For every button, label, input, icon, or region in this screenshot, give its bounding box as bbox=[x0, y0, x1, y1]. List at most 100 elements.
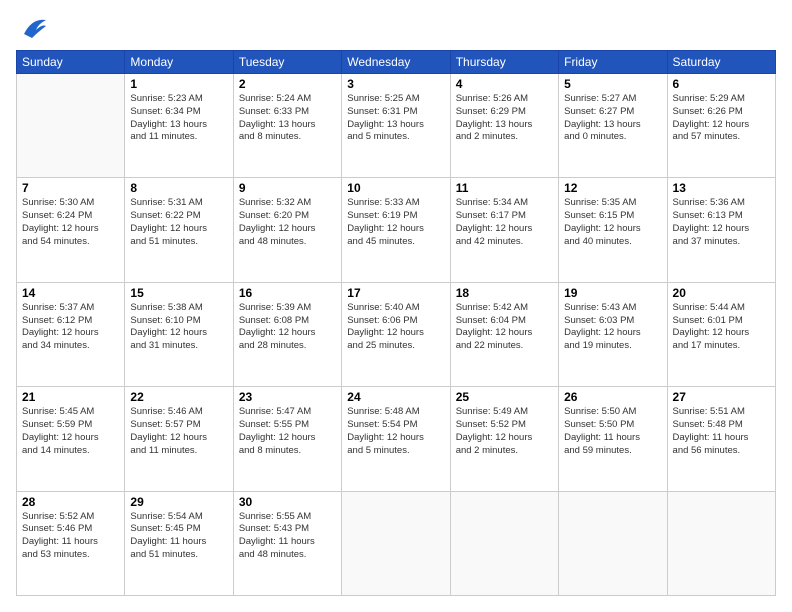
day-number: 7 bbox=[22, 181, 119, 195]
calendar-week-0: 1Sunrise: 5:23 AMSunset: 6:34 PMDaylight… bbox=[17, 74, 776, 178]
calendar-cell: 21Sunrise: 5:45 AMSunset: 5:59 PMDayligh… bbox=[17, 387, 125, 491]
day-number: 12 bbox=[564, 181, 661, 195]
day-number: 29 bbox=[130, 495, 227, 509]
day-number: 6 bbox=[673, 77, 770, 91]
calendar-cell: 17Sunrise: 5:40 AMSunset: 6:06 PMDayligh… bbox=[342, 282, 450, 386]
day-info: Sunrise: 5:37 AMSunset: 6:12 PMDaylight:… bbox=[22, 302, 119, 353]
day-number: 30 bbox=[239, 495, 336, 509]
calendar-cell bbox=[342, 491, 450, 595]
calendar-cell bbox=[667, 491, 775, 595]
day-number: 24 bbox=[347, 390, 444, 404]
weekday-header-tuesday: Tuesday bbox=[233, 51, 341, 74]
day-info: Sunrise: 5:24 AMSunset: 6:33 PMDaylight:… bbox=[239, 93, 336, 144]
logo bbox=[16, 16, 46, 38]
calendar-cell: 28 Sunrise: 5:52 AMSunset: 5:46 PMDayligh… bbox=[17, 491, 125, 595]
weekday-header-friday: Friday bbox=[559, 51, 667, 74]
day-info: Sunrise: 5:33 AMSunset: 6:19 PMDaylight:… bbox=[347, 197, 444, 248]
calendar-cell: 16 Sunrise: 5:39 AMSunset: 6:08 PMDayligh… bbox=[233, 282, 341, 386]
page: SundayMondayTuesdayWednesdayThursdayFrid… bbox=[0, 0, 792, 612]
calendar-cell: 29 Sunrise: 5:54 AMSunset: 5:45 PMDayligh… bbox=[125, 491, 233, 595]
day-info: Sunrise: 5:52 AMSunset: 5:46 PMDaylight:… bbox=[22, 511, 119, 562]
header bbox=[16, 16, 776, 38]
day-number: 9 bbox=[239, 181, 336, 195]
day-info: Sunrise: 5:43 AMSunset: 6:03 PMDaylight:… bbox=[564, 302, 661, 353]
day-info: Sunrise: 5:49 AMSunset: 5:52 PMDaylight:… bbox=[456, 406, 553, 457]
day-number: 22 bbox=[130, 390, 227, 404]
calendar-cell: 12 Sunrise: 5:35 AMSunset: 6:15 PMDayligh… bbox=[559, 178, 667, 282]
calendar-cell: 15 Sunrise: 5:38 AMSunset: 6:10 PMDayligh… bbox=[125, 282, 233, 386]
calendar-cell: 5 Sunrise: 5:27 AMSunset: 6:27 PMDaylight… bbox=[559, 74, 667, 178]
calendar-cell: 30 Sunrise: 5:55 AMSunset: 5:43 PMDayligh… bbox=[233, 491, 341, 595]
calendar-cell: 25 Sunrise: 5:49 AMSunset: 5:52 PMDayligh… bbox=[450, 387, 558, 491]
calendar-cell: 14 Sunrise: 5:37 AMSunset: 6:12 PMDayligh… bbox=[17, 282, 125, 386]
day-number: 19 bbox=[564, 286, 661, 300]
calendar-cell bbox=[450, 491, 558, 595]
day-info: Sunrise: 5:32 AMSunset: 6:20 PMDaylight:… bbox=[239, 197, 336, 248]
day-number: 23 bbox=[239, 390, 336, 404]
day-info: Sunrise: 5:38 AMSunset: 6:10 PMDaylight:… bbox=[130, 302, 227, 353]
day-info: Sunrise: 5:50 AMSunset: 5:50 PMDaylight:… bbox=[564, 406, 661, 457]
day-info: Sunrise: 5:55 AMSunset: 5:43 PMDaylight:… bbox=[239, 511, 336, 562]
calendar-cell: 4Sunrise: 5:26 AMSunset: 6:29 PMDaylight… bbox=[450, 74, 558, 178]
calendar-cell: 11 Sunrise: 5:34 AMSunset: 6:17 PMDayligh… bbox=[450, 178, 558, 282]
day-info: Sunrise: 5:42 AMSunset: 6:04 PMDaylight:… bbox=[456, 302, 553, 353]
calendar-cell: 19 Sunrise: 5:43 AMSunset: 6:03 PMDayligh… bbox=[559, 282, 667, 386]
calendar-cell: 9 Sunrise: 5:32 AMSunset: 6:20 PMDaylight… bbox=[233, 178, 341, 282]
logo-bird-icon bbox=[18, 16, 46, 38]
calendar-cell: 23Sunrise: 5:47 AMSunset: 5:55 PMDayligh… bbox=[233, 387, 341, 491]
weekday-header-monday: Monday bbox=[125, 51, 233, 74]
day-info: Sunrise: 5:27 AMSunset: 6:27 PMDaylight:… bbox=[564, 93, 661, 144]
calendar-week-1: 7 Sunrise: 5:30 AMSunset: 6:24 PMDaylight… bbox=[17, 178, 776, 282]
calendar-cell: 22 Sunrise: 5:46 AMSunset: 5:57 PMDayligh… bbox=[125, 387, 233, 491]
day-info: Sunrise: 5:31 AMSunset: 6:22 PMDaylight:… bbox=[130, 197, 227, 248]
calendar-week-4: 28 Sunrise: 5:52 AMSunset: 5:46 PMDayligh… bbox=[17, 491, 776, 595]
day-number: 5 bbox=[564, 77, 661, 91]
weekday-header-sunday: Sunday bbox=[17, 51, 125, 74]
day-number: 15 bbox=[130, 286, 227, 300]
day-number: 10 bbox=[347, 181, 444, 195]
calendar-cell: 6Sunrise: 5:29 AMSunset: 6:26 PMDaylight… bbox=[667, 74, 775, 178]
calendar-week-3: 21Sunrise: 5:45 AMSunset: 5:59 PMDayligh… bbox=[17, 387, 776, 491]
day-info: Sunrise: 5:44 AMSunset: 6:01 PMDaylight:… bbox=[673, 302, 770, 353]
day-info: Sunrise: 5:30 AMSunset: 6:24 PMDaylight:… bbox=[22, 197, 119, 248]
day-number: 1 bbox=[130, 77, 227, 91]
weekday-header-wednesday: Wednesday bbox=[342, 51, 450, 74]
calendar-cell: 7 Sunrise: 5:30 AMSunset: 6:24 PMDaylight… bbox=[17, 178, 125, 282]
calendar-cell: 18 Sunrise: 5:42 AMSunset: 6:04 PMDayligh… bbox=[450, 282, 558, 386]
weekday-header-row: SundayMondayTuesdayWednesdayThursdayFrid… bbox=[17, 51, 776, 74]
calendar-cell: 1Sunrise: 5:23 AMSunset: 6:34 PMDaylight… bbox=[125, 74, 233, 178]
day-info: Sunrise: 5:40 AMSunset: 6:06 PMDaylight:… bbox=[347, 302, 444, 353]
day-number: 3 bbox=[347, 77, 444, 91]
calendar-cell: 26Sunrise: 5:50 AMSunset: 5:50 PMDayligh… bbox=[559, 387, 667, 491]
day-info: Sunrise: 5:51 AMSunset: 5:48 PMDaylight:… bbox=[673, 406, 770, 457]
day-info: Sunrise: 5:54 AMSunset: 5:45 PMDaylight:… bbox=[130, 511, 227, 562]
calendar-cell: 3Sunrise: 5:25 AMSunset: 6:31 PMDaylight… bbox=[342, 74, 450, 178]
day-number: 11 bbox=[456, 181, 553, 195]
day-number: 28 bbox=[22, 495, 119, 509]
day-info: Sunrise: 5:34 AMSunset: 6:17 PMDaylight:… bbox=[456, 197, 553, 248]
calendar-cell: 27 Sunrise: 5:51 AMSunset: 5:48 PMDayligh… bbox=[667, 387, 775, 491]
calendar-cell: 8 Sunrise: 5:31 AMSunset: 6:22 PMDaylight… bbox=[125, 178, 233, 282]
calendar-cell: 13Sunrise: 5:36 AMSunset: 6:13 PMDayligh… bbox=[667, 178, 775, 282]
day-info: Sunrise: 5:35 AMSunset: 6:15 PMDaylight:… bbox=[564, 197, 661, 248]
day-number: 8 bbox=[130, 181, 227, 195]
weekday-header-saturday: Saturday bbox=[667, 51, 775, 74]
calendar-cell: 24 Sunrise: 5:48 AMSunset: 5:54 PMDayligh… bbox=[342, 387, 450, 491]
day-number: 21 bbox=[22, 390, 119, 404]
day-number: 14 bbox=[22, 286, 119, 300]
day-number: 18 bbox=[456, 286, 553, 300]
calendar-cell: 20 Sunrise: 5:44 AMSunset: 6:01 PMDayligh… bbox=[667, 282, 775, 386]
calendar-table: SundayMondayTuesdayWednesdayThursdayFrid… bbox=[16, 50, 776, 596]
day-number: 16 bbox=[239, 286, 336, 300]
day-info: Sunrise: 5:46 AMSunset: 5:57 PMDaylight:… bbox=[130, 406, 227, 457]
day-number: 20 bbox=[673, 286, 770, 300]
day-info: Sunrise: 5:26 AMSunset: 6:29 PMDaylight:… bbox=[456, 93, 553, 144]
day-number: 25 bbox=[456, 390, 553, 404]
day-info: Sunrise: 5:48 AMSunset: 5:54 PMDaylight:… bbox=[347, 406, 444, 457]
calendar-cell bbox=[17, 74, 125, 178]
day-number: 27 bbox=[673, 390, 770, 404]
day-info: Sunrise: 5:39 AMSunset: 6:08 PMDaylight:… bbox=[239, 302, 336, 353]
day-number: 13 bbox=[673, 181, 770, 195]
calendar-cell: 2Sunrise: 5:24 AMSunset: 6:33 PMDaylight… bbox=[233, 74, 341, 178]
weekday-header-thursday: Thursday bbox=[450, 51, 558, 74]
